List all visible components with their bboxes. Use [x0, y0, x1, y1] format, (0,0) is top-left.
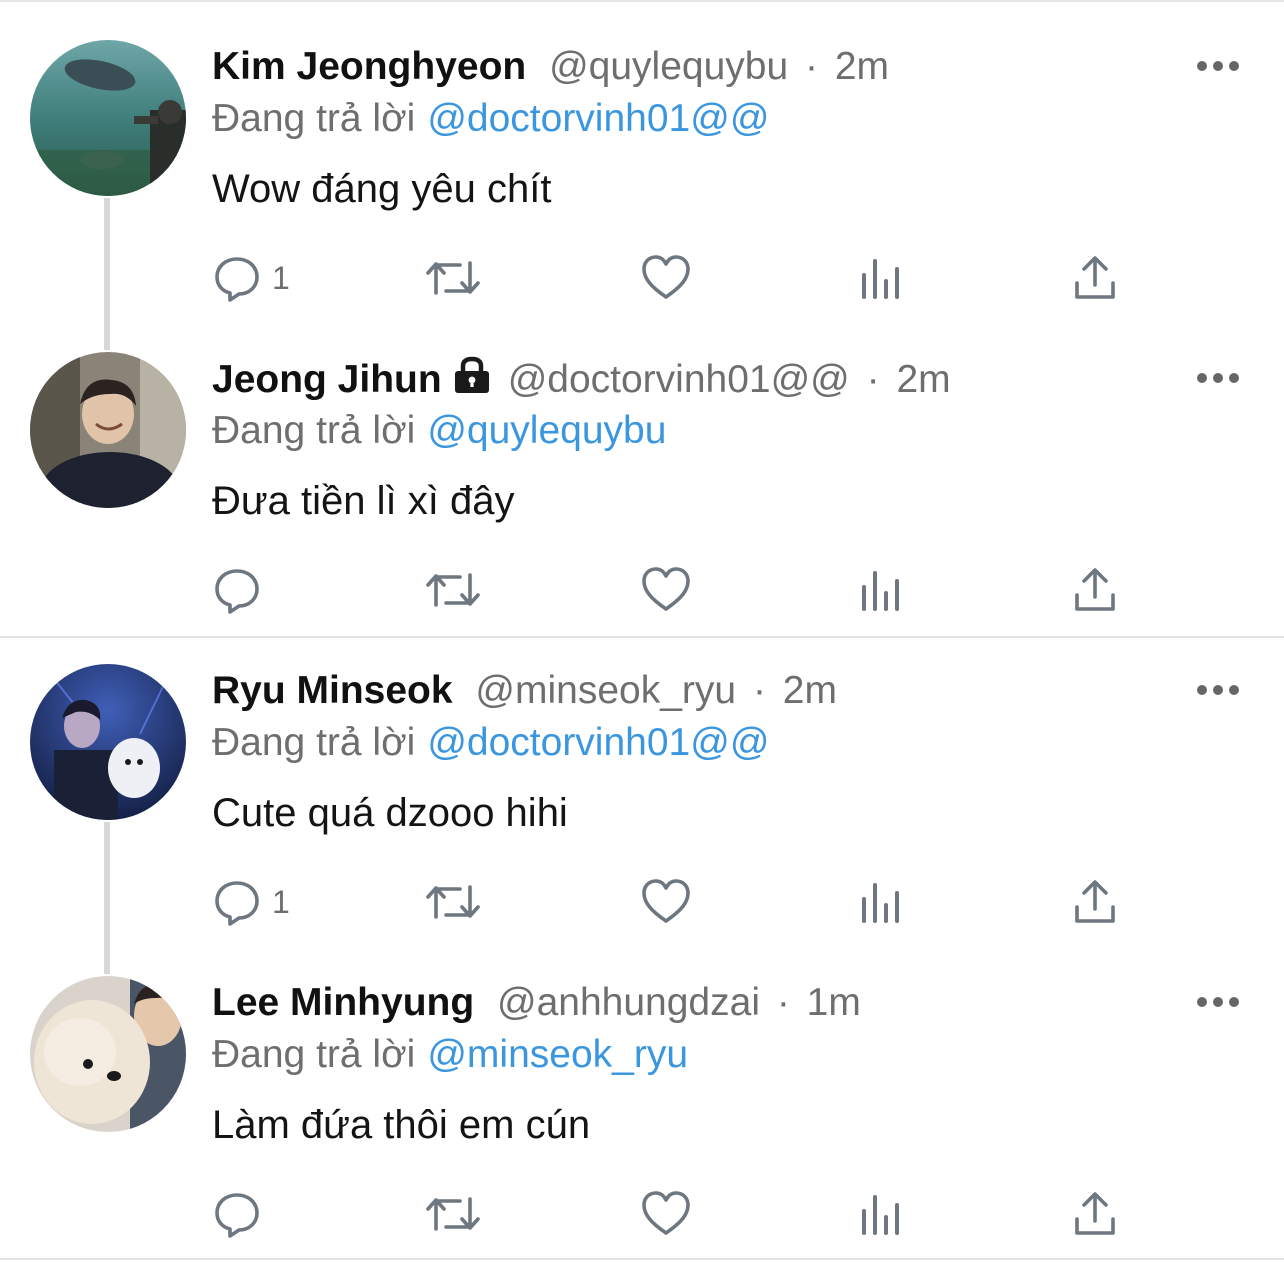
- more-dots-icon[interactable]: [1196, 56, 1240, 76]
- tweet-header: Ryu Minseok @minseok_ryu · 2m: [212, 668, 837, 714]
- display-name[interactable]: Kim Jeonghyeon: [212, 45, 526, 88]
- retweet-icon: [424, 1189, 482, 1239]
- share-button[interactable]: [1072, 250, 1118, 306]
- tweet-text: Làm đứa thôi em cún: [212, 1103, 591, 1147]
- share-upload-icon: [1072, 877, 1118, 927]
- replying-to: Đang trả lời @minseok_ryu: [212, 1032, 688, 1078]
- user-handle[interactable]: @anhhungdzai: [497, 981, 760, 1024]
- views-button[interactable]: [858, 562, 904, 618]
- more-dots-icon[interactable]: [1196, 992, 1240, 1012]
- heart-icon: [640, 565, 692, 615]
- reply-thread: Kim Jeonghyeon @quylequybu · 2m Đang trả…: [0, 0, 1284, 624]
- mention-link[interactable]: @doctorvinh01@@: [427, 97, 769, 140]
- retweet-button[interactable]: [424, 1186, 482, 1242]
- retweet-icon: [424, 565, 482, 615]
- comment-bubble-icon: [212, 1189, 262, 1239]
- tweet-header: Kim Jeonghyeon @quylequybu · 2m: [212, 44, 889, 90]
- avatar[interactable]: [30, 664, 186, 820]
- tweet-actions: [0, 562, 1284, 618]
- replying-to: Đang trả lời @doctorvinh01@@: [212, 96, 769, 142]
- tweet[interactable]: Ryu Minseok @minseok_ryu · 2m Đang trả l…: [0, 624, 1284, 936]
- timestamp[interactable]: 2m: [835, 45, 889, 88]
- tweet-text: Wow đáng yêu chít: [212, 167, 552, 211]
- retweet-button[interactable]: [424, 874, 482, 930]
- replying-to: Đang trả lời @quylequybu: [212, 408, 666, 454]
- like-button[interactable]: [640, 874, 692, 930]
- display-name[interactable]: Lee Minhyung: [212, 981, 474, 1024]
- lock-icon: [452, 356, 492, 405]
- analytics-bars-icon: [858, 565, 904, 615]
- avatar[interactable]: [30, 352, 186, 508]
- separator-dot: ·: [752, 669, 766, 712]
- timestamp[interactable]: 2m: [896, 358, 950, 401]
- more-dots-icon[interactable]: [1196, 368, 1240, 388]
- reply-thread: Ryu Minseok @minseok_ryu · 2m Đang trả l…: [0, 624, 1284, 1248]
- heart-icon: [640, 1189, 692, 1239]
- tweet-text: Cute quá dzooo hihi: [212, 791, 568, 835]
- like-button[interactable]: [640, 250, 692, 306]
- tweet[interactable]: Kim Jeonghyeon @quylequybu · 2m Đang trả…: [0, 0, 1284, 312]
- avatar[interactable]: [30, 976, 186, 1132]
- tweet-header: Lee Minhyung @anhhungdzai · 1m: [212, 980, 861, 1026]
- comment-bubble-icon: [212, 565, 262, 615]
- mention-link[interactable]: @minseok_ryu: [427, 1033, 688, 1076]
- views-button[interactable]: [858, 250, 904, 306]
- like-button[interactable]: [640, 1186, 692, 1242]
- display-name[interactable]: Ryu Minseok: [212, 669, 453, 712]
- like-button[interactable]: [640, 562, 692, 618]
- reply-count: 1: [272, 260, 290, 296]
- tweet-actions: [0, 1186, 1284, 1242]
- tweet-actions: 1: [0, 250, 1284, 306]
- share-button[interactable]: [1072, 1186, 1118, 1242]
- separator-dot: ·: [805, 45, 818, 88]
- reply-feed: Kim Jeonghyeon @quylequybu · 2m Đang trả…: [0, 0, 1284, 1262]
- replying-to-label: Đang trả lời: [212, 721, 416, 764]
- share-upload-icon: [1072, 565, 1118, 615]
- reply-button[interactable]: 1: [212, 874, 290, 930]
- avatar[interactable]: [30, 40, 186, 196]
- replying-to: Đang trả lời @doctorvinh01@@: [212, 720, 769, 766]
- timestamp[interactable]: 2m: [783, 669, 837, 712]
- share-button[interactable]: [1072, 874, 1118, 930]
- replying-to-label: Đang trả lời: [212, 409, 416, 452]
- tweet-text: Đưa tiền lì xì đây: [212, 479, 515, 523]
- reply-button[interactable]: 1: [212, 250, 290, 306]
- analytics-bars-icon: [858, 253, 904, 303]
- display-name[interactable]: Jeong Jihun: [212, 358, 442, 401]
- tweet[interactable]: Lee Minhyung @anhhungdzai · 1m Đang trả …: [0, 936, 1284, 1248]
- heart-icon: [640, 877, 692, 927]
- separator-dot: ·: [866, 358, 880, 401]
- reply-button[interactable]: [212, 562, 272, 618]
- user-handle[interactable]: @doctorvinh01@@: [508, 358, 850, 401]
- bottom-divider: [0, 1258, 1284, 1260]
- analytics-bars-icon: [858, 877, 904, 927]
- heart-icon: [640, 253, 692, 303]
- more-dots-icon[interactable]: [1196, 680, 1240, 700]
- share-button[interactable]: [1072, 562, 1118, 618]
- views-button[interactable]: [858, 1186, 904, 1242]
- timestamp[interactable]: 1m: [807, 981, 861, 1024]
- tweet-header: Jeong Jihun @doctorvinh01@@ · 2m: [212, 356, 951, 402]
- views-button[interactable]: [858, 874, 904, 930]
- comment-bubble-icon: [212, 253, 262, 303]
- mention-link[interactable]: @doctorvinh01@@: [427, 721, 769, 764]
- reply-count: 1: [272, 884, 290, 920]
- retweet-icon: [424, 253, 482, 303]
- tweet[interactable]: Jeong Jihun @doctorvinh01@@ · 2m Đang trả…: [0, 312, 1284, 624]
- tweet-actions: 1: [0, 874, 1284, 930]
- comment-bubble-icon: [212, 877, 262, 927]
- separator-dot: ·: [776, 981, 790, 1024]
- user-handle[interactable]: @minseok_ryu: [475, 669, 736, 712]
- replying-to-label: Đang trả lời: [212, 97, 416, 140]
- mention-link[interactable]: @quylequybu: [427, 409, 666, 452]
- share-upload-icon: [1072, 253, 1118, 303]
- reply-button[interactable]: [212, 1186, 272, 1242]
- share-upload-icon: [1072, 1189, 1118, 1239]
- replying-to-label: Đang trả lời: [212, 1033, 416, 1076]
- user-handle[interactable]: @quylequybu: [549, 45, 788, 88]
- analytics-bars-icon: [858, 1189, 904, 1239]
- retweet-button[interactable]: [424, 562, 482, 618]
- retweet-button[interactable]: [424, 250, 482, 306]
- retweet-icon: [424, 877, 482, 927]
